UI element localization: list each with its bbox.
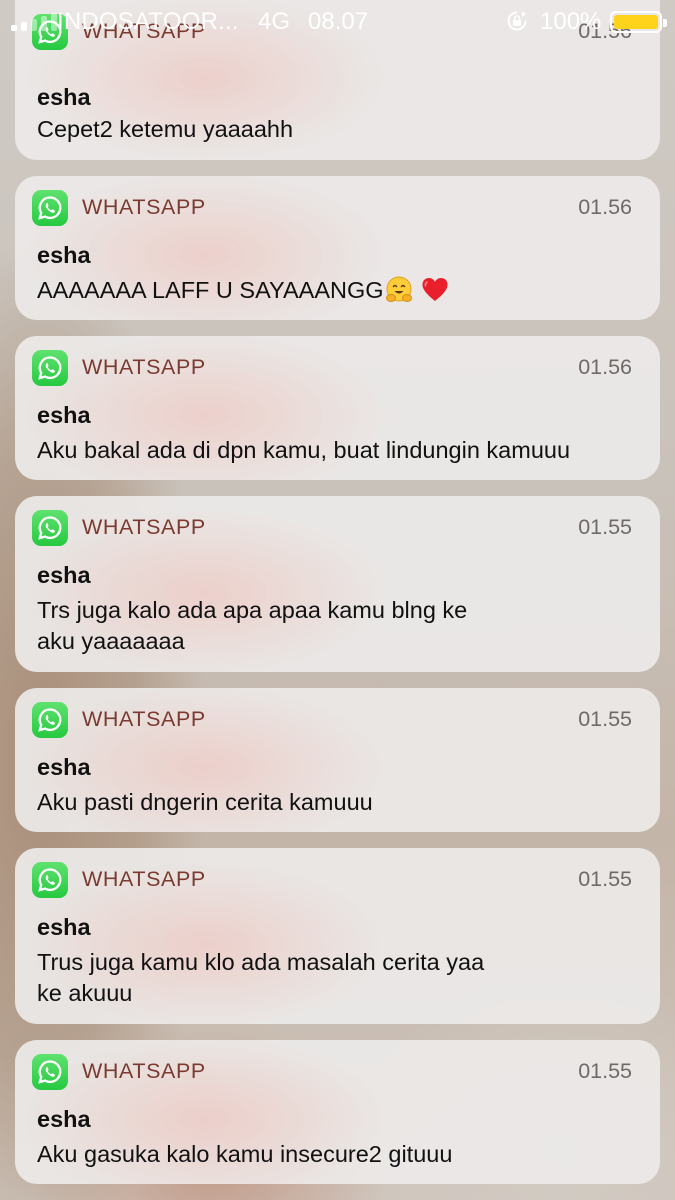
battery-icon [610,11,667,33]
app-name: WHATSAPP [82,195,206,219]
notification-message: Cepet2 ketemu yaaaahh [37,116,294,142]
notification-time: 01.56 [578,195,632,219]
notification-card[interactable]: WHATSAPP 01.56 esha AAAAAAA LAFF U SAYAA… [15,176,660,320]
app-name: WHATSAPP [82,355,206,379]
notification-message: Aku pasti dngerin cerita kamuuu [37,789,373,815]
app-name: WHATSAPP [82,867,206,891]
notification-message: Trus juga kamu klo ada masalah cerita ya… [37,949,485,1006]
notification-time: 01.55 [578,867,632,891]
app-name: WHATSAPP [82,707,206,731]
notification-card[interactable]: WHATSAPP 01.55 esha Trs juga kalo ada ap… [15,496,660,672]
red-heart-emoji [422,278,448,301]
app-name: WHATSAPP [82,1059,206,1083]
sender-name: esha [37,402,91,428]
signal-bars-icon [11,13,57,31]
sender-name: esha [37,1106,91,1132]
whatsapp-icon [32,350,68,386]
notification-time: 01.55 [578,707,632,731]
notification-time: 01.55 [578,1059,632,1083]
notification-card[interactable]: WHATSAPP 01.55 esha Aku pasti dngerin ce… [15,688,660,832]
sender-name: esha [37,242,91,268]
notification-card[interactable]: WHATSAPP 01.56 esha Aku bakal ada di dpn… [15,336,660,480]
status-time: 08.07 [308,8,369,35]
whatsapp-icon [32,702,68,738]
notification-time: 01.55 [578,515,632,539]
status-bar: INDOSATOOR... 4G 08.07 100% [0,0,675,42]
whatsapp-icon [32,1054,68,1090]
sender-name: esha [37,562,91,588]
sender-name: esha [37,84,91,110]
notification-message: AAAAAAA LAFF U SAYAAANGG [37,275,637,306]
carrier-name: INDOSATOOR... [57,8,239,35]
app-name: WHATSAPP [82,515,206,539]
whatsapp-icon [32,862,68,898]
network-type: 4G [258,8,291,35]
sender-name: esha [37,914,91,940]
notification-card[interactable]: WHATSAPP 01.55 esha Trus juga kamu klo a… [15,848,660,1024]
whatsapp-icon [32,510,68,546]
sender-name: esha [37,754,91,780]
notification-time: 01.56 [578,355,632,379]
notification-card[interactable]: WHATSAPP 01.55 esha Aku gasuka kalo kamu… [15,1040,660,1184]
notification-message: Trs juga kalo ada apa apaa kamu blng ke … [37,597,468,654]
whatsapp-icon [32,190,68,226]
rotation-lock-icon [507,11,527,31]
notification-message: Aku bakal ada di dpn kamu, buat lindungi… [37,437,571,463]
hugging-face-emoji [385,276,412,302]
battery-percentage: 100% [540,8,602,35]
notification-message: Aku gasuka kalo kamu insecure2 gituuu [37,1141,453,1167]
